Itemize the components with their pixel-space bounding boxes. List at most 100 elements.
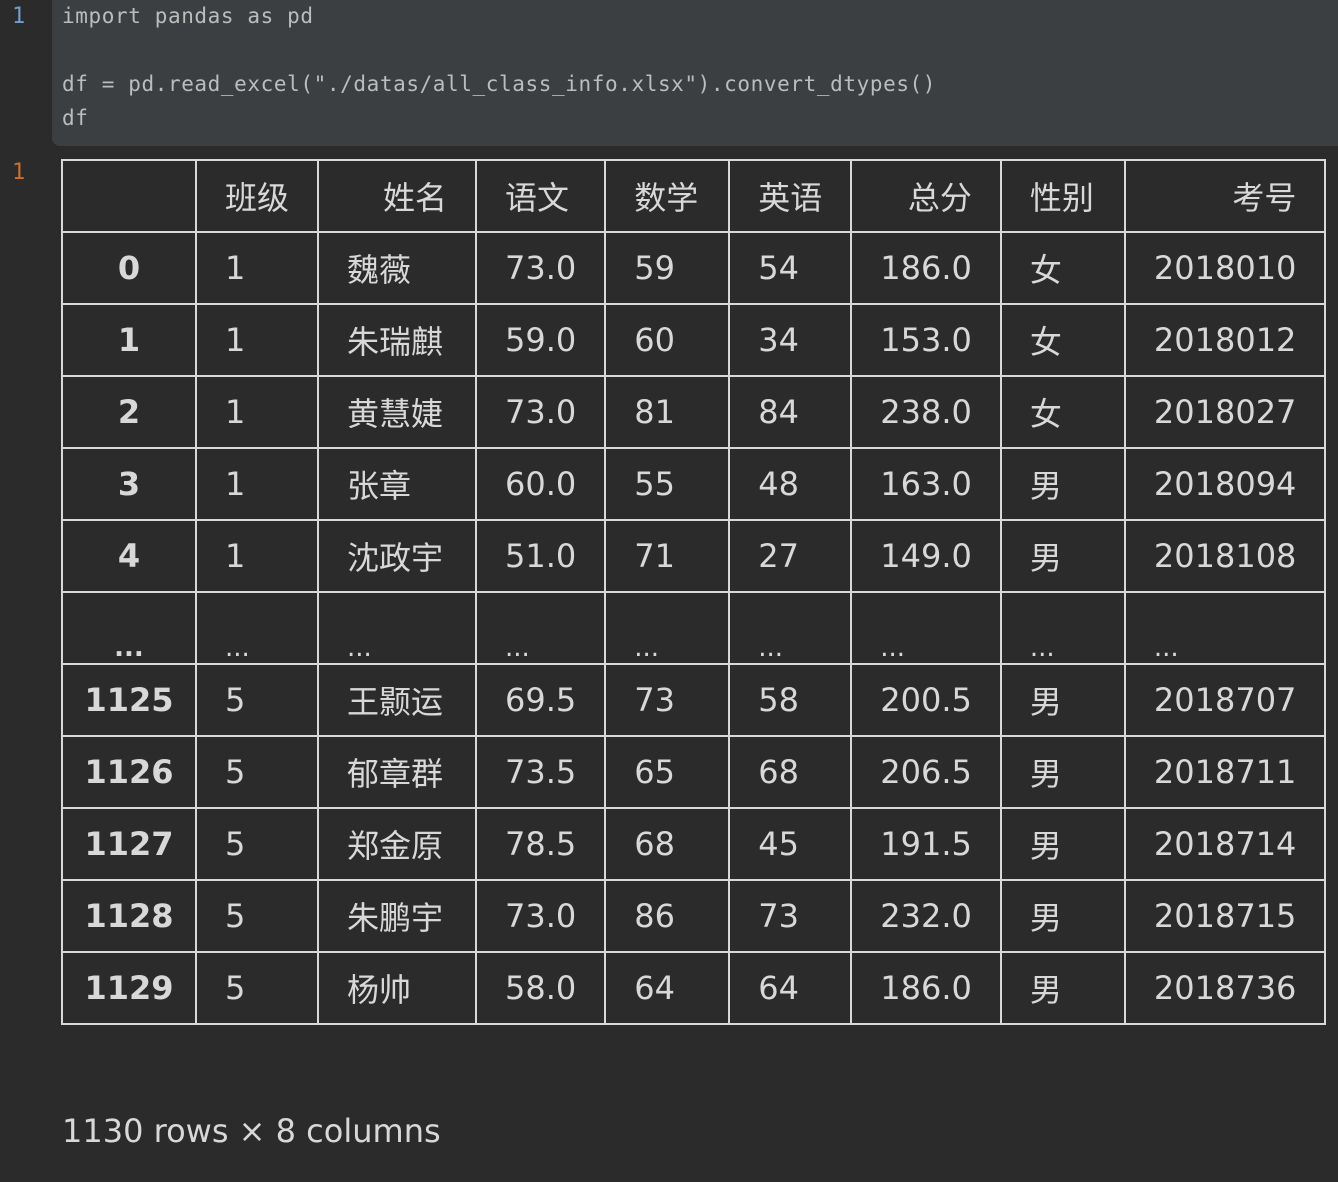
- cell-math: 65: [604, 735, 731, 809]
- cell-math: 73: [604, 663, 731, 737]
- code-cell[interactable]: import pandas as pd df = pd.read_excel("…: [52, 0, 1338, 146]
- cell-name: 郁章群: [317, 735, 478, 809]
- cell-english: 68: [728, 735, 853, 809]
- table-header-row: 班级 姓名 语文 数学 英语 总分 性别 考号: [61, 159, 1327, 233]
- cell-english: 34: [728, 303, 853, 377]
- header-exam-id: 考号: [1123, 159, 1327, 233]
- cell-math: 71: [604, 519, 731, 593]
- cell-gender: 男: [999, 879, 1126, 953]
- cell-chinese: 73.0: [475, 231, 607, 305]
- row-index-cell: 3: [61, 447, 197, 521]
- cell-math: 55: [604, 447, 731, 521]
- row-index-cell: 2: [61, 375, 197, 449]
- cell-exam-id: 2018094: [1123, 447, 1327, 521]
- cell-math: 59: [604, 231, 731, 305]
- cell-class: 5: [194, 663, 320, 737]
- cell-name: ...: [317, 591, 478, 665]
- cell-english: 64: [728, 951, 853, 1025]
- header-chinese: 语文: [475, 159, 607, 233]
- cell-math: ...: [604, 591, 731, 665]
- cell-chinese: 69.5: [475, 663, 607, 737]
- cell-exam-id: 2018012: [1123, 303, 1327, 377]
- code-line-df: df: [62, 106, 89, 130]
- cell-gender: 男: [999, 951, 1126, 1025]
- cell-chinese: ...: [475, 591, 607, 665]
- cell-class: 5: [194, 735, 320, 809]
- cell-exam-id: 2018711: [1123, 735, 1327, 809]
- cell-total: 238.0: [850, 375, 1002, 449]
- header-class: 班级: [194, 159, 320, 233]
- table-row: 2 1 黄慧婕 73.0 81 84 238.0 女 2018027: [61, 375, 1327, 449]
- cell-total: 186.0: [850, 951, 1002, 1025]
- cell-english: 45: [728, 807, 853, 881]
- cell-gender: 男: [999, 735, 1126, 809]
- cell-chinese: 78.5: [475, 807, 607, 881]
- cell-gender: 女: [999, 231, 1126, 305]
- cell-chinese: 51.0: [475, 519, 607, 593]
- cell-exam-id: 2018707: [1123, 663, 1327, 737]
- row-index-cell: 1127: [61, 807, 197, 881]
- cell-gender: ...: [999, 591, 1126, 665]
- cell-math: 64: [604, 951, 731, 1025]
- table-row: ...........................: [61, 591, 1327, 665]
- cell-gender: 男: [999, 807, 1126, 881]
- header-english: 英语: [728, 159, 853, 233]
- row-index-cell: 0: [61, 231, 197, 305]
- cell-english: ...: [728, 591, 853, 665]
- table-row: 3 1 张章 60.0 55 48 163.0 男 2018094: [61, 447, 1327, 521]
- cell-name: 朱瑞麒: [317, 303, 478, 377]
- header-total: 总分: [850, 159, 1002, 233]
- header-name: 姓名: [317, 159, 478, 233]
- cell-math: 86: [604, 879, 731, 953]
- cell-total: 163.0: [850, 447, 1002, 521]
- cell-gender: 女: [999, 375, 1126, 449]
- table-row: 0 1 魏薇 73.0 59 54 186.0 女 2018010: [61, 231, 1327, 305]
- cell-math: 81: [604, 375, 731, 449]
- cell-english: 73: [728, 879, 853, 953]
- notebook-page: 1 import pandas as pd df = pd.read_excel…: [0, 0, 1338, 1182]
- cell-name: 朱鹏宇: [317, 879, 478, 953]
- row-index-cell: 4: [61, 519, 197, 593]
- table-row: 1129 5 杨帅 58.0 64 64 186.0 男 2018736: [61, 951, 1327, 1025]
- cell-class: ...: [194, 591, 320, 665]
- code-line-read-excel: df = pd.read_excel("./datas/all_class_in…: [62, 72, 937, 96]
- cell-gender: 男: [999, 519, 1126, 593]
- row-index-cell: 1129: [61, 951, 197, 1025]
- cell-exam-id: 2018715: [1123, 879, 1327, 953]
- cell-class: 1: [194, 375, 320, 449]
- row-index-cell: 1128: [61, 879, 197, 953]
- dataframe-table: 班级 姓名 语文 数学 英语 总分 性别 考号 0 1 魏薇 73.0 59 54 186.…: [61, 159, 1327, 1025]
- cell-gender: 男: [999, 447, 1126, 521]
- cell-english: 58: [728, 663, 853, 737]
- cell-total: 232.0: [850, 879, 1002, 953]
- cell-english: 84: [728, 375, 853, 449]
- cell-total: 206.5: [850, 735, 1002, 809]
- cell-chinese: 73.0: [475, 375, 607, 449]
- cell-total: ...: [850, 591, 1002, 665]
- cell-exam-id: ...: [1123, 591, 1327, 665]
- cell-total: 149.0: [850, 519, 1002, 593]
- cell-name: 郑金原: [317, 807, 478, 881]
- cell-chinese: 59.0: [475, 303, 607, 377]
- row-index-cell: 1126: [61, 735, 197, 809]
- cell-total: 200.5: [850, 663, 1002, 737]
- cell-math: 60: [604, 303, 731, 377]
- cell-chinese: 60.0: [475, 447, 607, 521]
- row-index-cell: 1: [61, 303, 197, 377]
- cell-math: 68: [604, 807, 731, 881]
- cell-class: 1: [194, 519, 320, 593]
- cell-class: 1: [194, 447, 320, 521]
- cell-total: 186.0: [850, 231, 1002, 305]
- table-row: 1126 5 郁章群 73.5 65 68 206.5 男 2018711: [61, 735, 1327, 809]
- table-row: 1125 5 王颢运 69.5 73 58 200.5 男 2018707: [61, 663, 1327, 737]
- input-prompt-number: 1: [12, 4, 26, 29]
- table-row: 4 1 沈政宇 51.0 71 27 149.0 男 2018108: [61, 519, 1327, 593]
- cell-class: 1: [194, 303, 320, 377]
- cell-gender: 女: [999, 303, 1126, 377]
- cell-total: 191.5: [850, 807, 1002, 881]
- cell-class: 5: [194, 951, 320, 1025]
- cell-exam-id: 2018108: [1123, 519, 1327, 593]
- table-row: 1128 5 朱鹏宇 73.0 86 73 232.0 男 2018715: [61, 879, 1327, 953]
- cell-class: 5: [194, 879, 320, 953]
- cell-name: 杨帅: [317, 951, 478, 1025]
